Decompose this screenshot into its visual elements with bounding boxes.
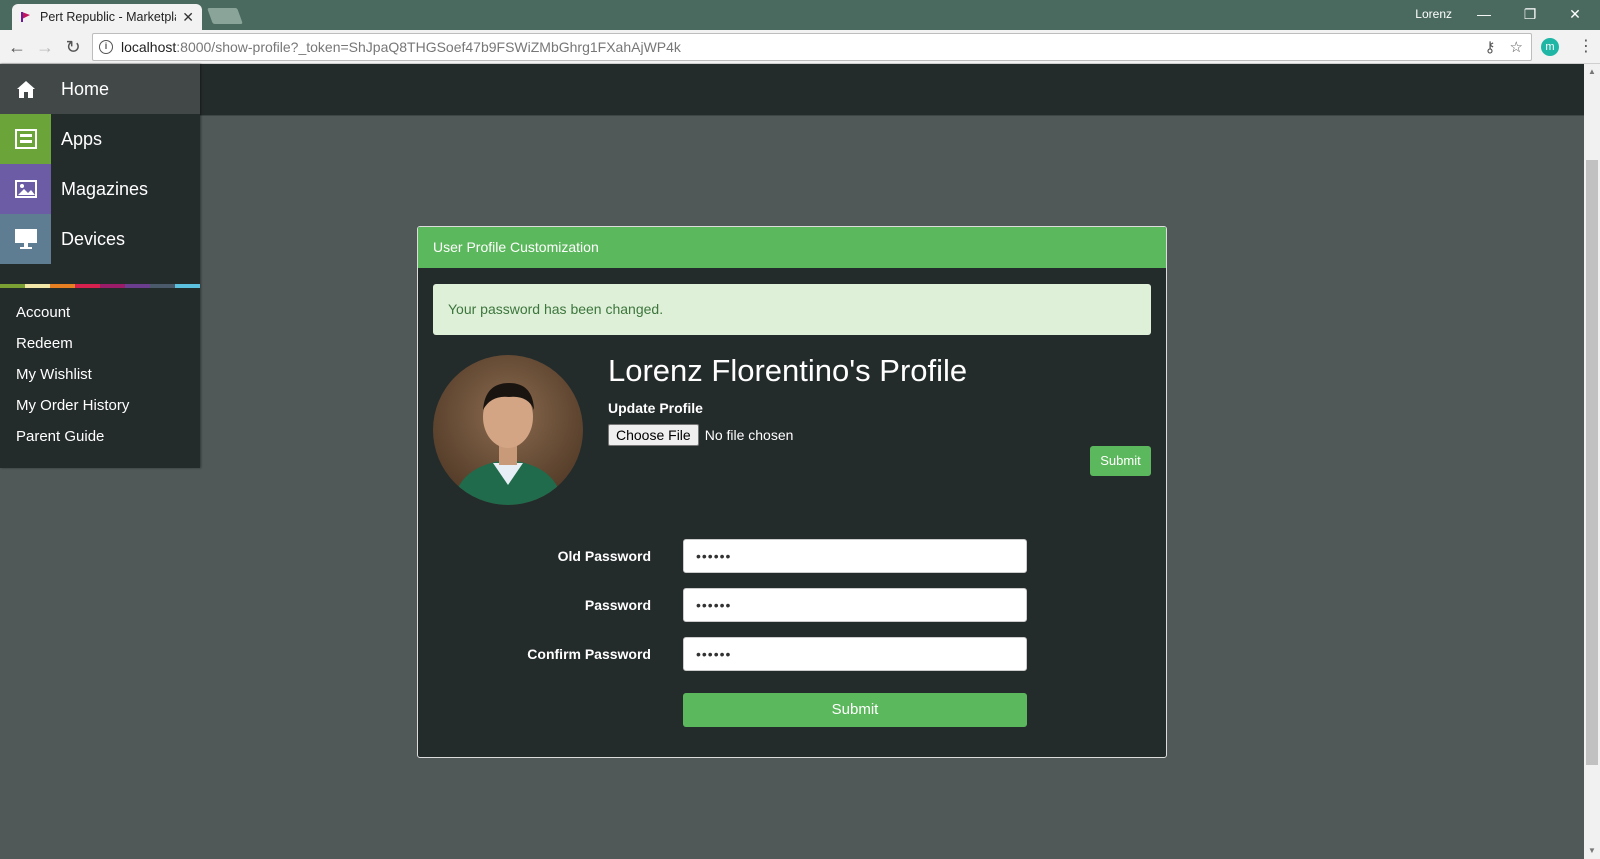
key-icon[interactable]: ⚷ bbox=[1485, 38, 1496, 56]
profile-card: User Profile Customization Your password… bbox=[417, 226, 1167, 758]
scroll-up-icon[interactable]: ▲ bbox=[1588, 67, 1596, 76]
back-icon[interactable]: ← bbox=[6, 36, 28, 58]
sidebar-color-divider bbox=[0, 284, 200, 288]
link-my-order-history[interactable]: My Order History bbox=[16, 397, 200, 428]
image-icon bbox=[0, 164, 51, 214]
browser-menu-icon[interactable]: ⋮ bbox=[1578, 36, 1594, 56]
link-parent-guide[interactable]: Parent Guide bbox=[16, 428, 200, 459]
old-password-label: Old Password bbox=[557, 548, 651, 564]
password-field[interactable]: •••••• bbox=[683, 588, 1027, 622]
home-icon bbox=[0, 64, 51, 114]
sidebar-item-label: Apps bbox=[61, 128, 103, 149]
sidebar: Home Apps Magazines Devices Account Rede… bbox=[0, 64, 200, 468]
link-account[interactable]: Account bbox=[16, 304, 200, 335]
restore-icon[interactable]: ❐ bbox=[1520, 4, 1540, 24]
browser-tab[interactable]: Pert Republic - Marketplace ✕ bbox=[12, 4, 202, 30]
old-password-field[interactable]: •••••• bbox=[683, 539, 1027, 573]
bookmark-star-icon[interactable]: ☆ bbox=[1510, 38, 1523, 56]
scroll-down-icon[interactable]: ▼ bbox=[1588, 846, 1596, 855]
url-path: :8000/show-profile?_token=ShJpaQ8THGSoef… bbox=[176, 39, 681, 55]
address-bar[interactable]: i localhost:8000/show-profile?_token=ShJ… bbox=[92, 33, 1532, 61]
file-status-text: No file chosen bbox=[704, 427, 794, 443]
sidebar-item-label: Magazines bbox=[61, 178, 149, 199]
success-alert: Your password has been changed. bbox=[433, 284, 1151, 335]
tab-close-icon[interactable]: ✕ bbox=[182, 9, 194, 26]
account-links: Account Redeem My Wishlist My Order Hist… bbox=[0, 288, 200, 459]
choose-file-button[interactable]: Choose File bbox=[608, 424, 699, 446]
file-input: Choose File No file chosen bbox=[608, 424, 793, 446]
pert-logo-icon bbox=[21, 12, 30, 22]
card-header: User Profile Customization bbox=[418, 227, 1166, 268]
confirm-password-label: Confirm Password bbox=[527, 646, 651, 662]
info-icon[interactable]: i bbox=[99, 40, 113, 54]
apps-icon bbox=[0, 114, 51, 164]
link-my-wishlist[interactable]: My Wishlist bbox=[16, 366, 200, 397]
confirm-password-field[interactable]: •••••• bbox=[683, 637, 1027, 671]
browser-titlebar: Pert Republic - Marketplace ✕ Lorenz — ❐… bbox=[0, 0, 1600, 30]
sidebar-item-label: Devices bbox=[61, 228, 126, 249]
sidebar-item-magazines[interactable]: Magazines bbox=[0, 164, 200, 214]
url-host: localhost bbox=[121, 39, 177, 55]
page-header-bar bbox=[200, 64, 1584, 116]
close-window-icon[interactable]: ✕ bbox=[1565, 4, 1585, 24]
window-user-name: Lorenz bbox=[1415, 7, 1452, 21]
update-profile-label: Update Profile bbox=[608, 400, 703, 416]
confirm-password-row: Confirm Password •••••• bbox=[418, 637, 1168, 671]
sidebar-item-home[interactable]: Home bbox=[0, 64, 200, 114]
sidebar-item-apps[interactable]: Apps bbox=[0, 114, 200, 164]
new-tab-button[interactable] bbox=[207, 8, 243, 24]
link-redeem[interactable]: Redeem bbox=[16, 335, 200, 366]
browser-toolbar: ← → ↻ i localhost:8000/show-profile?_tok… bbox=[0, 30, 1600, 64]
reload-icon[interactable]: ↻ bbox=[62, 36, 84, 58]
tab-title: Pert Republic - Marketplace bbox=[40, 10, 176, 24]
password-label: Password bbox=[584, 597, 651, 613]
page-scrollbar[interactable]: ▲ ▼ bbox=[1584, 64, 1600, 859]
forward-icon[interactable]: → bbox=[34, 36, 56, 58]
extension-icon[interactable]: m bbox=[1541, 38, 1559, 56]
sidebar-item-label: Home bbox=[61, 78, 110, 99]
upload-submit-button[interactable]: Submit bbox=[1090, 446, 1151, 476]
monitor-icon bbox=[0, 214, 51, 264]
old-password-row: Old Password •••••• bbox=[418, 539, 1168, 573]
minimize-icon[interactable]: — bbox=[1474, 4, 1494, 24]
scrollbar-thumb[interactable] bbox=[1586, 160, 1598, 765]
avatar bbox=[433, 355, 583, 505]
profile-title: Lorenz Florentino's Profile bbox=[608, 353, 968, 388]
password-submit-button[interactable]: Submit bbox=[683, 693, 1027, 727]
sidebar-item-devices[interactable]: Devices bbox=[0, 214, 200, 264]
password-row: Password •••••• bbox=[418, 588, 1168, 622]
